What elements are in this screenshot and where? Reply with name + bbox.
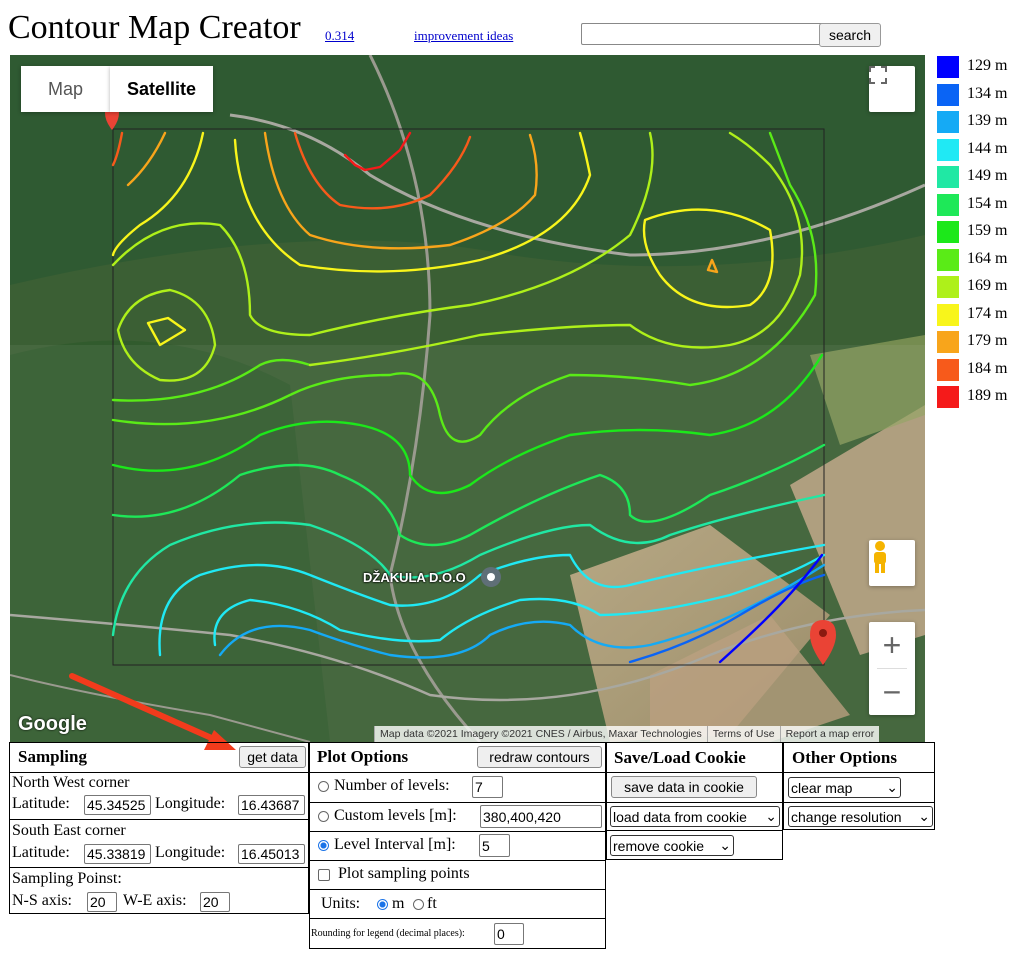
se-corner-label: South East corner — [12, 822, 126, 839]
nw-longitude-input[interactable] — [238, 795, 305, 815]
legend-label: 179 m — [967, 332, 1008, 349]
other-options-panel: Other Options clear map ⌄ change resolut… — [783, 742, 935, 830]
se-corner-row: South East corner Latitude: Longitude: — [10, 819, 308, 867]
legend-swatch — [937, 193, 959, 216]
legend-swatch — [937, 386, 959, 408]
legend-label: 174 m — [967, 304, 1008, 322]
change-resolution-select-value: change resolution — [791, 808, 902, 825]
chevron-down-icon: ⌄ — [886, 779, 898, 795]
level-interval-input[interactable] — [479, 834, 510, 857]
ns-axis-label: N-S axis: — [12, 892, 72, 909]
unit-ft-label: ft — [427, 895, 437, 912]
legend-swatch — [937, 221, 959, 243]
plot-sampling-points-checkbox[interactable] — [318, 869, 330, 881]
nw-latitude-label: Latitude: — [12, 795, 70, 812]
remove-cookie-row: remove cookie ⌄ — [607, 830, 782, 859]
plot-options-title: Plot Options — [317, 747, 409, 766]
custom-levels-radio[interactable] — [318, 811, 329, 822]
legend-swatch — [937, 111, 959, 133]
sampling-panel: Sampling get data North West corner Lati… — [9, 742, 309, 914]
legend-swatch — [937, 56, 959, 78]
chevron-down-icon: ⌄ — [765, 808, 777, 824]
change-resolution-row: change resolution ⌄ — [784, 802, 934, 830]
legend-swatch — [937, 358, 959, 381]
load-cookie-row: load data from cookie ⌄ — [607, 802, 782, 830]
legend-swatch — [937, 331, 959, 353]
legend-label: 164 m — [967, 249, 1008, 267]
clear-map-select[interactable]: clear map ⌄ — [788, 777, 901, 798]
legend-swatch — [937, 138, 959, 161]
legend-swatch — [937, 276, 959, 298]
legend-label: 149 m — [967, 167, 1008, 184]
load-cookie-select-value: load data from cookie — [613, 808, 747, 825]
rounding-row: Rounding for legend (decimal places): — [310, 918, 605, 948]
we-axis-label: W-E axis: — [123, 892, 187, 909]
se-longitude-input[interactable] — [238, 844, 305, 864]
se-latitude-input[interactable] — [84, 844, 151, 864]
level-interval-radio[interactable] — [318, 840, 329, 851]
sampling-points-row: Sampling Poinst: N-S axis: W-E axis: — [10, 867, 308, 913]
sampling-title: Sampling — [18, 747, 87, 766]
se-latitude-label: Latitude: — [12, 844, 70, 861]
change-resolution-select[interactable]: change resolution ⌄ — [788, 806, 933, 827]
other-options-title: Other Options — [792, 748, 898, 767]
legend-label: 154 m — [967, 194, 1008, 212]
custom-levels-label: Custom levels [m]: — [334, 807, 457, 824]
legend-swatch — [937, 303, 959, 326]
legend-label: 189 m — [967, 387, 1008, 404]
redraw-contours-button[interactable]: redraw contours — [477, 746, 602, 768]
units-row: Units: m ft — [310, 889, 605, 918]
save-cookie-button[interactable]: save data in cookie — [611, 776, 757, 798]
legend-label: 184 m — [967, 359, 1008, 377]
nw-corner-label: North West corner — [12, 774, 130, 791]
se-longitude-label: Longitude: — [155, 844, 226, 861]
plot-options-panel: Plot Options redraw contours Number of l… — [309, 742, 606, 949]
legend-swatch — [937, 166, 959, 188]
nw-latitude-input[interactable] — [84, 795, 151, 815]
level-interval-row: Level Interval [m]: — [310, 831, 605, 860]
plot-sampling-points-row: Plot sampling points — [310, 860, 605, 889]
get-data-button[interactable]: get data — [239, 746, 306, 768]
we-axis-input[interactable] — [200, 892, 230, 912]
clear-map-select-value: clear map — [791, 779, 853, 796]
remove-cookie-select[interactable]: remove cookie ⌄ — [610, 835, 734, 856]
plot-sampling-points-label: Plot sampling points — [338, 865, 470, 882]
clear-map-row: clear map ⌄ — [784, 772, 934, 802]
unit-m-label: m — [392, 895, 405, 912]
save-cookie-row: save data in cookie — [607, 772, 782, 802]
legend-label: 144 m — [967, 139, 1008, 157]
legend-label: 159 m — [967, 222, 1008, 239]
rounding-input[interactable] — [494, 923, 524, 945]
ns-axis-input[interactable] — [87, 892, 117, 912]
cookie-title: Save/Load Cookie — [614, 748, 746, 767]
chevron-down-icon: ⌄ — [719, 837, 731, 853]
unit-m-radio[interactable] — [377, 899, 388, 910]
custom-levels-input[interactable] — [480, 805, 602, 828]
num-levels-row: Number of levels: — [310, 772, 605, 802]
num-levels-radio[interactable] — [318, 781, 329, 792]
load-cookie-select[interactable]: load data from cookie ⌄ — [610, 806, 780, 827]
unit-ft-radio[interactable] — [413, 899, 424, 910]
num-levels-input[interactable] — [472, 776, 503, 798]
num-levels-label: Number of levels: — [334, 777, 450, 794]
remove-cookie-select-value: remove cookie — [613, 837, 705, 854]
sampling-points-label: Sampling Poinst: — [12, 870, 122, 887]
units-label: Units: — [321, 895, 361, 912]
legend-swatch — [937, 248, 959, 271]
legend-label: 169 m — [967, 277, 1008, 294]
legend-swatch — [937, 83, 959, 106]
nw-corner-row: North West corner Latitude: Longitude: — [10, 772, 308, 818]
legend-label: 139 m — [967, 112, 1008, 129]
custom-levels-row: Custom levels [m]: — [310, 802, 605, 831]
level-interval-label: Level Interval [m]: — [334, 836, 456, 853]
nw-longitude-label: Longitude: — [155, 795, 226, 812]
legend-label: 129 m — [967, 57, 1008, 74]
rounding-label: Rounding for legend (decimal places): — [311, 928, 465, 939]
legend-label: 134 m — [967, 84, 1008, 102]
cookie-panel: Save/Load Cookie save data in cookie loa… — [606, 742, 783, 860]
chevron-down-icon: ⌄ — [918, 808, 930, 824]
